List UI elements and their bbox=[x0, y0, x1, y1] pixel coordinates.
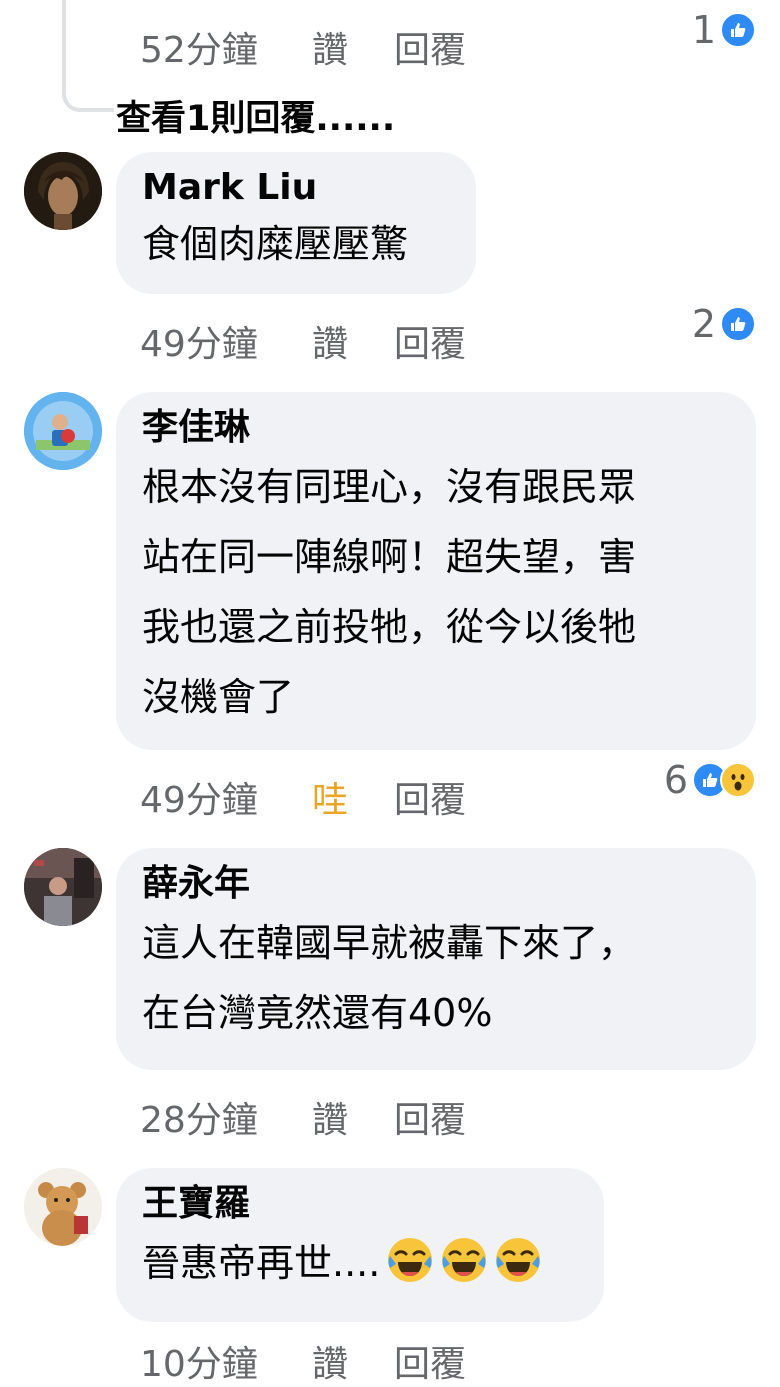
reply-button[interactable]: 回覆 bbox=[394, 1091, 466, 1143]
comment-bubble: Mark Liu 食個肉糜壓壓驚 bbox=[116, 152, 476, 294]
comment-meta: 49分鐘 哇 回覆 bbox=[140, 772, 466, 822]
wow-icon bbox=[720, 762, 756, 798]
comment-time[interactable]: 52分鐘 bbox=[140, 21, 312, 73]
avatar[interactable] bbox=[24, 848, 102, 926]
comment-bubble: 薛永年 這人在韓國早就被轟下來了， 在台灣竟然還有40% bbox=[116, 848, 756, 1070]
reaction-count[interactable]: 6 bbox=[664, 758, 756, 802]
reply-button[interactable]: 回覆 bbox=[394, 1335, 466, 1387]
reply-button[interactable]: 回覆 bbox=[394, 771, 466, 823]
avatar[interactable] bbox=[24, 152, 102, 230]
comment-meta: 52分鐘 讚 回覆 bbox=[140, 22, 466, 72]
like-icon bbox=[720, 306, 756, 342]
comment-text: 食個肉糜壓壓驚 bbox=[142, 222, 409, 266]
reply-button[interactable]: 回覆 bbox=[394, 21, 466, 73]
comment-bubble: 李佳琳 根本沒有同理心，沒有跟民眾 站在同一陣線啊！超失望，害 我也還之前投牠，… bbox=[116, 392, 756, 750]
view-replies-link[interactable]: 查看1則回覆...... bbox=[116, 90, 395, 141]
like-button[interactable]: 讚 bbox=[312, 1335, 394, 1387]
comment-text: 晉惠帝再世.... bbox=[142, 1241, 381, 1285]
comment-time[interactable]: 10分鐘 bbox=[140, 1335, 312, 1387]
like-button[interactable]: 讚 bbox=[312, 21, 394, 73]
like-icon bbox=[720, 12, 756, 48]
commenter-name[interactable]: 薛永年 bbox=[142, 860, 730, 908]
laughing-crying-emoji bbox=[440, 1236, 488, 1284]
comment-meta: 49分鐘 讚 回覆 bbox=[140, 316, 466, 366]
comment-meta: 28分鐘 讚 回覆 bbox=[140, 1092, 466, 1142]
comment-time[interactable]: 49分鐘 bbox=[140, 315, 312, 367]
comment-text-row: 晉惠帝再世.... bbox=[142, 1228, 578, 1298]
reply-button[interactable]: 回覆 bbox=[394, 315, 466, 367]
commenter-name[interactable]: 王寶羅 bbox=[142, 1180, 578, 1228]
reaction-count[interactable]: 2 bbox=[692, 302, 756, 346]
comment-bubble: 王寶羅 晉惠帝再世.... bbox=[116, 1168, 604, 1322]
comment-meta: 10分鐘 讚 回覆 bbox=[140, 1336, 466, 1386]
wow-reaction-button[interactable]: 哇 bbox=[312, 771, 394, 823]
comment-text: 這人在韓國早就被轟下來了， 在台灣竟然還有40% bbox=[142, 921, 637, 1035]
reaction-count[interactable]: 1 bbox=[692, 8, 756, 52]
commenter-name[interactable]: Mark Liu bbox=[142, 164, 450, 212]
comment-time[interactable]: 49分鐘 bbox=[140, 771, 312, 823]
reply-thread-line bbox=[62, 0, 114, 112]
laughing-crying-emoji bbox=[494, 1236, 542, 1284]
avatar[interactable] bbox=[24, 1168, 102, 1246]
avatar[interactable] bbox=[24, 392, 102, 470]
commenter-name[interactable]: 李佳琳 bbox=[142, 404, 730, 452]
like-button[interactable]: 讚 bbox=[312, 1091, 394, 1143]
laughing-crying-emoji bbox=[386, 1236, 434, 1284]
like-button[interactable]: 讚 bbox=[312, 315, 394, 367]
comment-time[interactable]: 28分鐘 bbox=[140, 1091, 312, 1143]
comment-text: 根本沒有同理心，沒有跟民眾 站在同一陣線啊！超失望，害 我也還之前投牠，從今以後… bbox=[142, 465, 637, 719]
